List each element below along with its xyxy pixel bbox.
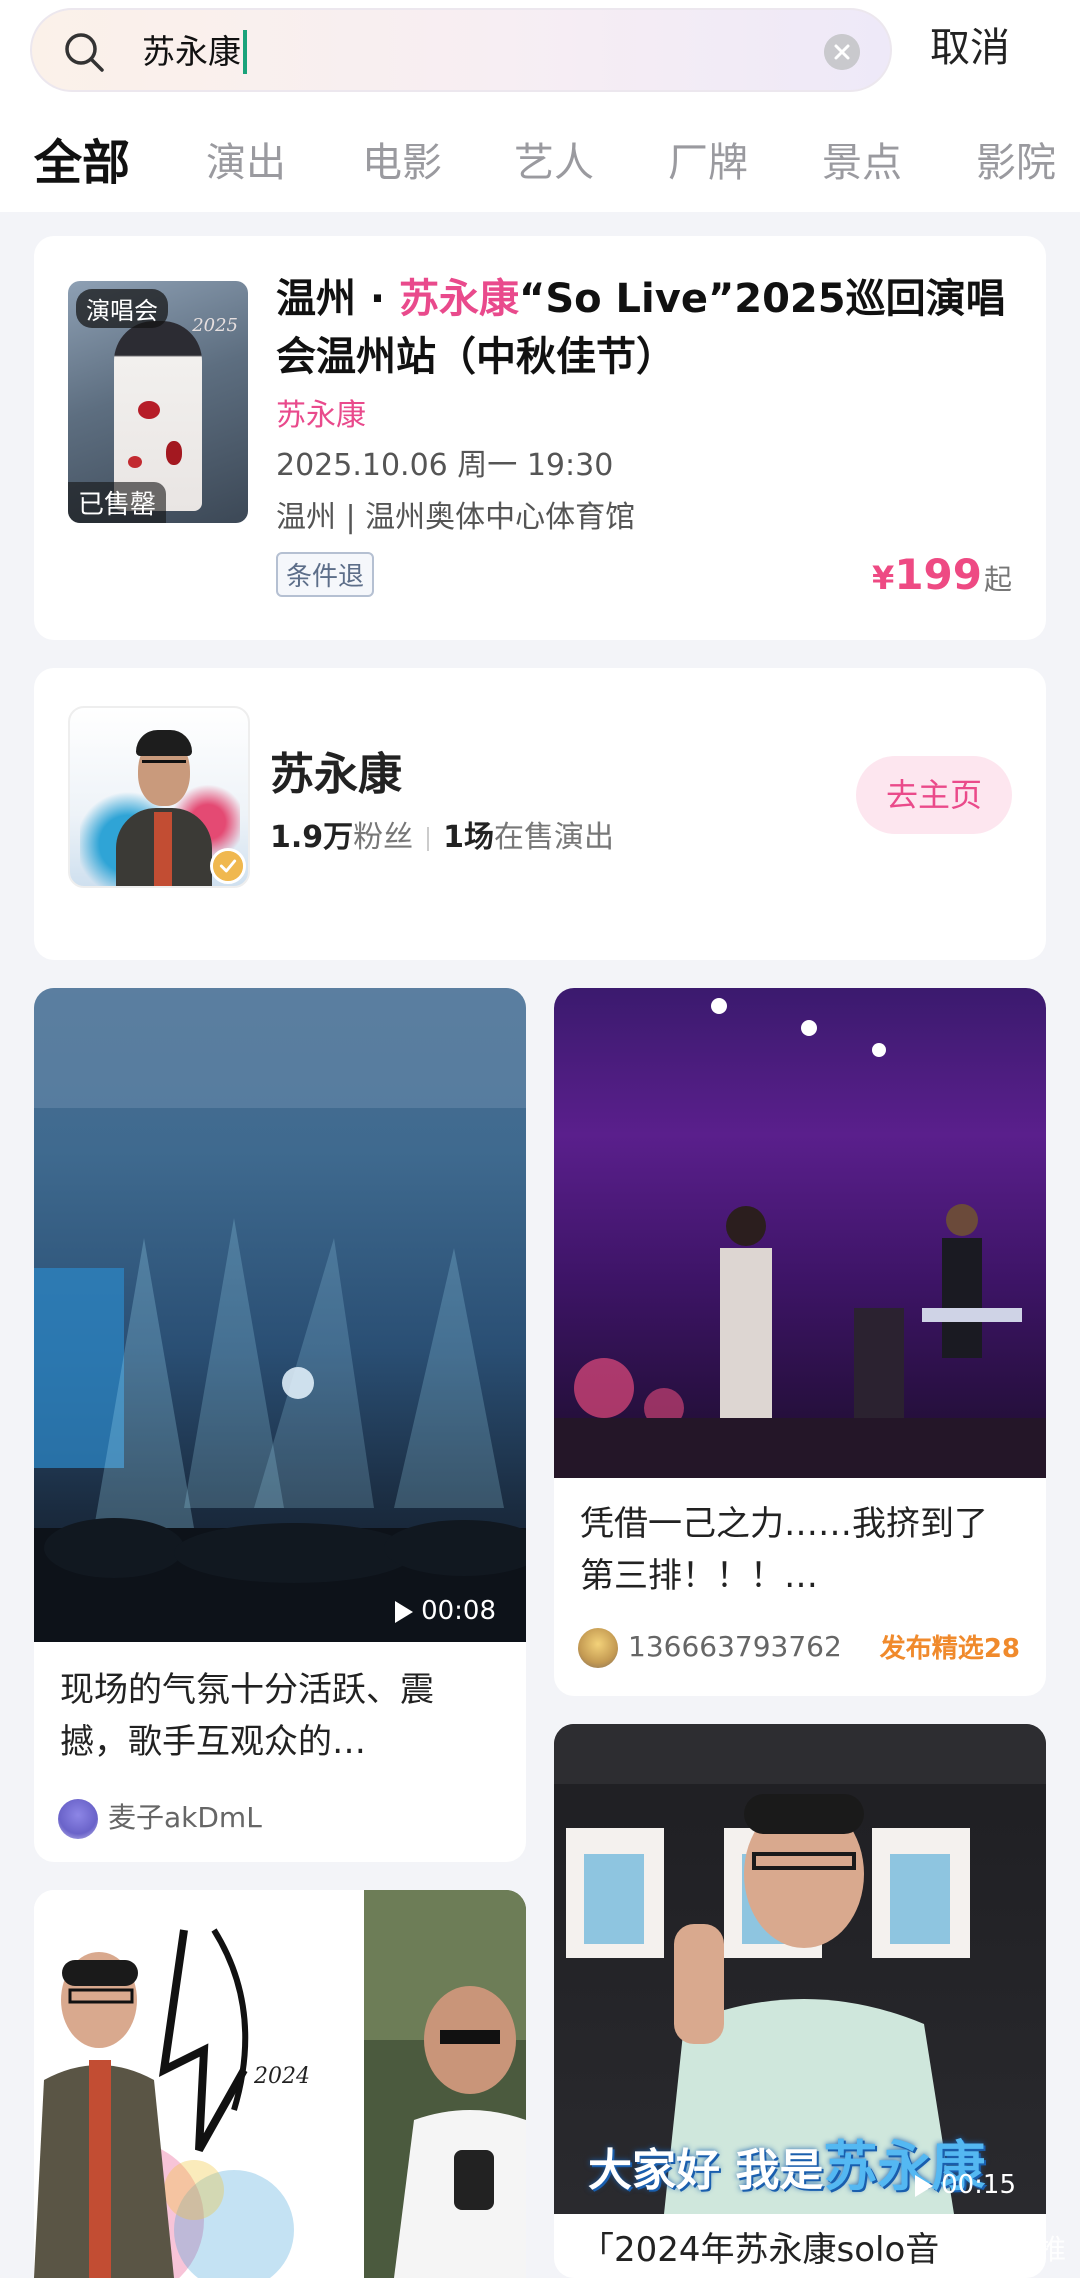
play-icon <box>915 2174 934 2197</box>
feed-post-4[interactable]: 2024 <box>34 1890 526 2278</box>
feed-post-2[interactable]: 凭借一己之力……我挤到了第三排！！！… 136663793762 发布精选28 <box>554 988 1046 1696</box>
video-duration: 00:15 <box>915 2170 1016 2200</box>
event-type-badge: 演唱会 <box>76 289 168 328</box>
avatar-hair <box>136 730 192 756</box>
shows-label: 在售演出 <box>494 820 615 855</box>
event-venue: 温州 | 温州奥体中心体育馆 <box>276 500 636 535</box>
shows-count: 1场 <box>443 820 495 855</box>
event-artist: 苏永康 <box>276 398 366 433</box>
duration-text: 00:08 <box>421 1596 496 1626</box>
poster-year: 2024 <box>254 2064 310 2089</box>
event-title: 温州 · 苏永康“So Live”2025巡回演唱会温州站（中秋佳节） <box>276 270 1016 386</box>
refund-tag: 条件退 <box>276 552 375 597</box>
event-datetime: 2025.10.06 周一 19:30 <box>276 448 614 483</box>
sold-out-badge: 已售罄 <box>68 482 167 523</box>
play-icon <box>395 1600 414 1623</box>
go-to-homepage-button[interactable]: 去主页 <box>856 756 1012 834</box>
stats-divider <box>427 826 430 851</box>
artist-stats: 1.9万粉丝 1场在售演出 <box>270 812 614 856</box>
author-name: 麦子akDmL <box>108 1801 262 1834</box>
price-value: 199 <box>894 550 982 599</box>
poster-splash <box>138 401 160 419</box>
top-header: 苏永康 取消 全部 演出 电影 艺人 厂牌 景点 影院 <box>0 0 1080 212</box>
title-prefix: 温州 · <box>276 276 400 322</box>
tab-movies[interactable]: 电影 <box>362 124 442 202</box>
tab-all[interactable]: 全部 <box>34 124 130 202</box>
feed-post-3[interactable]: 大家好 我是苏永康 00:15 「2024年苏永康solo音 <box>554 1724 1046 2278</box>
stage-scene-image <box>554 998 1046 1478</box>
featured-label: 发布精选28 <box>880 1628 1020 1665</box>
artist-video-thumbnail[interactable]: 大家好 我是苏永康 00:15 <box>554 1724 1046 2214</box>
avatar-glasses <box>142 760 186 770</box>
poster-splash <box>128 456 142 468</box>
author-name: 136663793762 <box>628 1630 842 1663</box>
video-duration: 00:08 <box>395 1596 496 1626</box>
search-box[interactable]: 苏永康 <box>30 8 892 92</box>
cancel-button[interactable]: 取消 <box>930 18 1010 78</box>
fans-count: 1.9万 <box>270 820 354 855</box>
artist-name: 苏永康 <box>270 749 402 800</box>
clear-icon[interactable] <box>824 34 860 70</box>
event-price: ¥199起 <box>872 550 1012 599</box>
feed-post-1[interactable]: 00:08 现场的气氛十分活跃、震撼，歌手互观众的… 麦子akDmL <box>34 988 526 1862</box>
verified-icon <box>210 848 246 884</box>
tab-shows[interactable]: 演出 <box>206 124 286 202</box>
post-caption: 现场的气氛十分活跃、震撼，歌手互观众的… <box>60 1670 434 1762</box>
search-query: 苏永康 <box>142 32 241 71</box>
event-poster: 2025 演唱会 已售罄 <box>68 281 248 523</box>
price-suffix: 起 <box>983 563 1012 596</box>
post-author[interactable]: 136663793762 <box>578 1628 842 1668</box>
tab-cinemas[interactable]: 影院 <box>976 124 1056 202</box>
solo-poster-image[interactable]: 2024 <box>34 1890 526 2278</box>
search-icon <box>65 33 104 72</box>
poster-splash <box>166 441 182 465</box>
duration-text: 00:15 <box>941 2170 1016 2200</box>
user-avatar <box>58 1799 98 1839</box>
search-input[interactable]: 苏永康 <box>142 28 247 76</box>
artist-card[interactable]: 苏永康 1.9万粉丝 1场在售演出 去主页 <box>34 668 1046 960</box>
title-highlight: 苏永康 <box>399 276 520 322</box>
category-tabs: 全部 演出 电影 艺人 厂牌 景点 影院 <box>0 124 1080 202</box>
featured-text: 发布精选 <box>879 1634 984 1664</box>
tab-labels[interactable]: 厂牌 <box>668 124 748 202</box>
concert-scene-image <box>34 988 526 1642</box>
poster-year: 2025 <box>192 315 238 336</box>
featured-count: 28 <box>983 1634 1020 1664</box>
watermark: @皮皮推 <box>953 2233 1066 2266</box>
overlay-prefix: 大家好 我是 <box>588 2145 824 2196</box>
user-avatar <box>578 1628 618 1668</box>
post-author[interactable]: 麦子akDmL <box>58 1796 262 1839</box>
event-card[interactable]: 2025 演唱会 已售罄 温州 · 苏永康“So Live”2025巡回演唱会温… <box>34 236 1046 640</box>
stage-photo[interactable] <box>554 988 1046 1478</box>
artist-avatar[interactable] <box>68 706 250 888</box>
tab-attractions[interactable]: 景点 <box>822 124 902 202</box>
price-currency: ¥ <box>872 559 895 597</box>
post-caption: 凭借一己之力……我挤到了第三排！！！… <box>580 1504 988 1596</box>
fans-label: 粉丝 <box>353 820 414 855</box>
avatar-scarf <box>154 812 172 886</box>
concert-video-thumbnail[interactable]: 00:08 <box>34 988 526 1642</box>
text-caret <box>243 29 247 74</box>
tab-artists[interactable]: 艺人 <box>514 124 594 202</box>
